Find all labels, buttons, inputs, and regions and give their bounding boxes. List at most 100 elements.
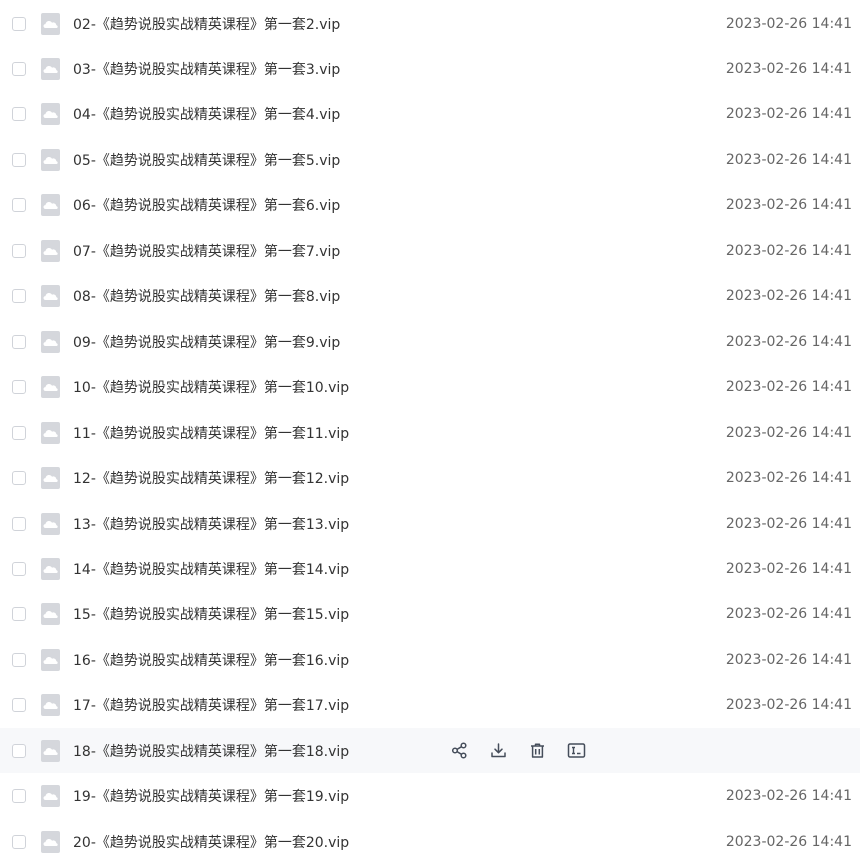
delete-icon: [529, 742, 546, 759]
file-modified-time: 2023-02-26 14:41: [725, 515, 852, 532]
row-checkbox[interactable]: [12, 62, 26, 76]
delete-button[interactable]: [527, 741, 547, 761]
file-icon: [41, 103, 60, 126]
row-checkbox[interactable]: [12, 152, 26, 167]
file-name[interactable]: 17-《趋势说股实战精英课程》第一套17.vip: [73, 695, 349, 715]
file-name[interactable]: 15-《趋势说股实战精英课程》第一套15.vip: [73, 604, 349, 624]
file-icon: [41, 285, 60, 308]
file-icon: [41, 557, 60, 580]
row-checkbox[interactable]: [12, 425, 26, 440]
row-actions: [449, 741, 605, 761]
row-checkbox[interactable]: [12, 516, 26, 531]
file-name[interactable]: 02-《趋势说股实战精英课程》第一套2.vip: [73, 14, 340, 34]
row-checkbox[interactable]: [12, 652, 26, 667]
file-name[interactable]: 19-《趋势说股实战精英课程》第一套19.vip: [73, 786, 349, 806]
table-row[interactable]: 05-《趋势说股实战精英课程》第一套5.vip 2023-02-26 14:41: [0, 137, 860, 182]
file-icon: [41, 148, 60, 171]
file-name[interactable]: 09-《趋势说股实战精英课程》第一套9.vip: [73, 332, 340, 352]
table-row[interactable]: 19-《趋势说股实战精英课程》第一套19.vip 2023-02-26 14:41: [0, 774, 860, 819]
file-modified-time: 2023-02-26 14:41: [725, 15, 852, 32]
file-name[interactable]: 18-《趋势说股实战精英课程》第一套18.vip: [73, 741, 349, 761]
row-checkbox[interactable]: [12, 698, 26, 713]
file-icon: [41, 58, 60, 80]
table-row[interactable]: 14-《趋势说股实战精英课程》第一套14.vip 2023-02-26 14:41: [0, 546, 860, 591]
file-modified-time: 2023-02-26 14:41: [725, 106, 852, 123]
row-checkbox[interactable]: [12, 107, 26, 122]
table-row[interactable]: 11-《趋势说股实战精英课程》第一套11.vip 2023-02-26 14:41: [0, 410, 860, 455]
file-name[interactable]: 03-《趋势说股实战精英课程》第一套3.vip: [73, 59, 340, 79]
file-modified-time: 2023-02-26 14:41: [725, 560, 852, 577]
file-modified-time: 2023-02-26 14:41: [725, 424, 852, 441]
file-modified-time: 2023-02-26 14:41: [725, 197, 852, 214]
file-modified-time: 2023-02-26 14:41: [725, 788, 852, 805]
file-name[interactable]: 13-《趋势说股实战精英课程》第一套13.vip: [73, 514, 349, 534]
table-row[interactable]: 20-《趋势说股实战精英课程》第一套20.vip 2023-02-26 14:41: [0, 819, 860, 859]
file-name[interactable]: 06-《趋势说股实战精英课程》第一套6.vip: [73, 195, 340, 215]
file-name[interactable]: 20-《趋势说股实战精英课程》第一套20.vip: [73, 832, 349, 852]
file-modified-time: 2023-02-26 14:41: [725, 379, 852, 396]
file-icon: [41, 421, 60, 444]
row-checkbox[interactable]: [12, 380, 26, 395]
file-icon: [41, 467, 60, 489]
table-row[interactable]: 04-《趋势说股实战精英课程》第一套4.vip 2023-02-26 14:41: [0, 92, 860, 137]
table-row[interactable]: 06-《趋势说股实战精英课程》第一套6.vip 2023-02-26 14:41: [0, 183, 860, 228]
file-icon: [41, 648, 60, 671]
table-row[interactable]: 16-《趋势说股实战精英课程》第一套16.vip 2023-02-26 14:41: [0, 637, 860, 682]
file-modified-time: 2023-02-26 14:41: [725, 61, 852, 77]
rename-button[interactable]: [566, 741, 586, 761]
file-icon: [41, 512, 60, 535]
file-name[interactable]: 12-《趋势说股实战精英课程》第一套12.vip: [73, 468, 349, 488]
file-modified-time: 2023-02-26 14:41: [725, 651, 852, 668]
file-name[interactable]: 11-《趋势说股实战精英课程》第一套11.vip: [73, 423, 349, 443]
file-modified-time: 2023-02-26 14:41: [725, 833, 852, 850]
row-checkbox[interactable]: [12, 834, 26, 849]
row-checkbox[interactable]: [12, 743, 26, 758]
file-name[interactable]: 10-《趋势说股实战精英课程》第一套10.vip: [73, 377, 349, 397]
table-row[interactable]: 02-《趋势说股实战精英课程》第一套2.vip 2023-02-26 14:41: [0, 1, 860, 46]
table-row[interactable]: 08-《趋势说股实战精英课程》第一套8.vip 2023-02-26 14:41: [0, 274, 860, 319]
file-modified-time: 2023-02-26 14:41: [725, 151, 852, 168]
download-icon: [490, 742, 507, 759]
table-row[interactable]: 15-《趋势说股实战精英课程》第一套15.vip 2023-02-26 14:41: [0, 592, 860, 637]
table-row[interactable]: 07-《趋势说股实战精英课程》第一套7.vip 2023-02-26 14:41: [0, 228, 860, 273]
table-row[interactable]: 18-《趋势说股实战精英课程》第一套18.vip: [0, 728, 860, 774]
table-row[interactable]: 10-《趋势说股实战精英课程》第一套10.vip 2023-02-26 14:41: [0, 365, 860, 410]
file-modified-time: 2023-02-26 14:41: [725, 697, 852, 714]
file-name[interactable]: 05-《趋势说股实战精英课程》第一套5.vip: [73, 150, 340, 170]
row-checkbox[interactable]: [12, 198, 26, 213]
row-checkbox[interactable]: [12, 607, 26, 622]
file-icon: [41, 239, 60, 262]
share-icon: [451, 742, 468, 759]
row-checkbox[interactable]: [12, 16, 26, 31]
row-checkbox[interactable]: [12, 243, 26, 258]
file-name[interactable]: 08-《趋势说股实战精英课程》第一套8.vip: [73, 286, 340, 306]
file-modified-time: 2023-02-26 14:41: [725, 288, 852, 305]
file-icon: [41, 785, 60, 808]
row-checkbox[interactable]: [12, 789, 26, 804]
row-checkbox[interactable]: [12, 561, 26, 576]
table-row[interactable]: 17-《趋势说股实战精英课程》第一套17.vip 2023-02-26 14:41: [0, 683, 860, 728]
row-checkbox[interactable]: [12, 289, 26, 304]
file-name[interactable]: 04-《趋势说股实战精英课程》第一套4.vip: [73, 104, 340, 124]
file-modified-time: 2023-02-26 14:41: [725, 242, 852, 259]
file-icon: [41, 376, 60, 399]
file-modified-time: 2023-02-26 14:41: [725, 606, 852, 623]
file-name[interactable]: 16-《趋势说股实战精英课程》第一套16.vip: [73, 650, 349, 670]
file-icon: [41, 12, 60, 35]
file-modified-time: 2023-02-26 14:41: [725, 333, 852, 350]
table-row[interactable]: 09-《趋势说股实战精英课程》第一套9.vip 2023-02-26 14:41: [0, 319, 860, 364]
download-button[interactable]: [488, 741, 508, 761]
file-icon: [41, 194, 60, 217]
table-row[interactable]: 03-《趋势说股实战精英课程》第一套3.vip 2023-02-26 14:41: [0, 47, 860, 92]
rename-icon: [567, 742, 586, 759]
file-modified-time: 2023-02-26 14:41: [725, 470, 852, 486]
row-checkbox[interactable]: [12, 334, 26, 349]
file-icon: [41, 694, 60, 717]
share-button[interactable]: [449, 741, 469, 761]
table-row[interactable]: 12-《趋势说股实战精英课程》第一套12.vip 2023-02-26 14:41: [0, 456, 860, 501]
file-icon: [41, 330, 60, 353]
row-checkbox[interactable]: [12, 471, 26, 485]
table-row[interactable]: 13-《趋势说股实战精英课程》第一套13.vip 2023-02-26 14:41: [0, 501, 860, 546]
file-name[interactable]: 07-《趋势说股实战精英课程》第一套7.vip: [73, 241, 340, 261]
file-name[interactable]: 14-《趋势说股实战精英课程》第一套14.vip: [73, 559, 349, 579]
